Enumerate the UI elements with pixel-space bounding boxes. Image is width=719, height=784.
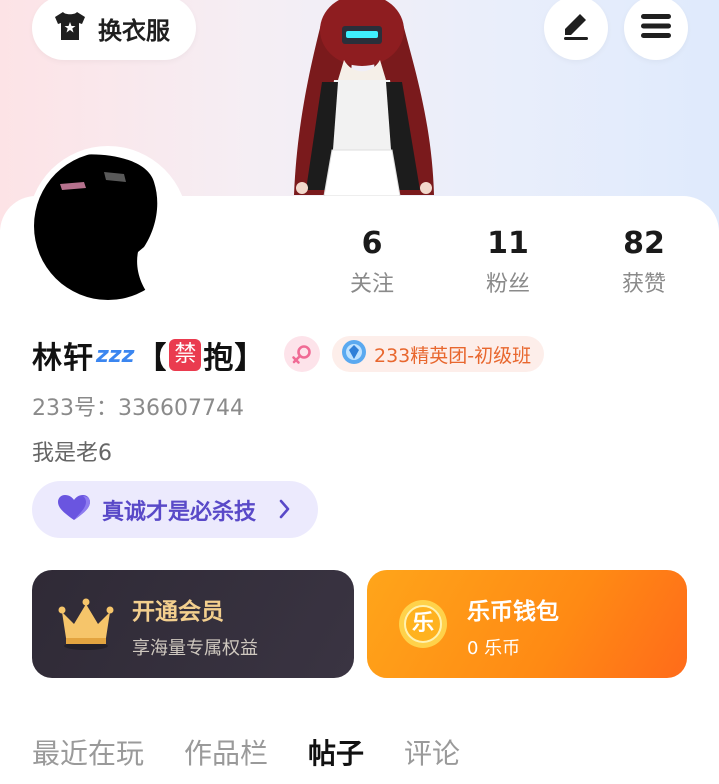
- stat-following[interactable]: 6 关注: [312, 226, 432, 298]
- user-id[interactable]: 233号：336607744: [32, 390, 244, 422]
- username-suffix-close: 抱】: [203, 341, 266, 376]
- user-bio: 我是老6: [32, 441, 112, 466]
- group-badge[interactable]: 233精英团-初级班: [332, 336, 544, 372]
- tab-works[interactable]: 作品栏: [184, 734, 268, 774]
- chevron-right-icon: [278, 497, 292, 525]
- menu-icon: [640, 12, 672, 44]
- personality-tag-label: 真诚才是必杀技: [102, 499, 257, 525]
- coin-wallet-card[interactable]: 乐 乐币钱包 0 乐币: [367, 570, 687, 678]
- stat-fans[interactable]: 11 粉丝: [448, 226, 568, 298]
- stat-fans-value: 11: [487, 226, 529, 261]
- stat-following-value: 6: [361, 226, 383, 261]
- coin-icon: 乐: [397, 598, 449, 650]
- change-outfit-button[interactable]: 换衣服: [32, 0, 196, 60]
- female-icon: [284, 336, 320, 372]
- tab-posts[interactable]: 帖子: [308, 734, 364, 774]
- change-outfit-label: 换衣服: [98, 16, 170, 45]
- username: 林轩: [32, 341, 94, 376]
- avatar[interactable]: [28, 146, 188, 306]
- ban-emoji-box: 禁: [169, 339, 202, 371]
- vip-card-title: 开通会员: [132, 599, 224, 625]
- menu-button[interactable]: [624, 0, 688, 60]
- stat-likes-label: 获赞: [621, 272, 666, 297]
- tab-comments[interactable]: 评论: [404, 734, 460, 774]
- stat-fans-label: 粉丝: [485, 272, 530, 297]
- edit-profile-button[interactable]: [544, 0, 608, 60]
- crown-icon: [58, 598, 114, 654]
- vip-membership-card[interactable]: 开通会员 享海量专属权益: [32, 570, 354, 678]
- stat-following-label: 关注: [349, 272, 394, 297]
- stat-likes[interactable]: 82 获赞: [584, 226, 704, 298]
- profile-tabs: 最近在玩 作品栏 帖子 评论: [32, 734, 460, 774]
- heart-icon: [58, 494, 90, 525]
- avatar-image: [34, 152, 182, 300]
- vip-card-subtitle: 享海量专属权益: [132, 638, 258, 659]
- gem-badge-icon: [340, 338, 368, 370]
- username-suffix-open: 【: [136, 341, 168, 376]
- tab-recently-played[interactable]: 最近在玩: [32, 734, 144, 774]
- stat-likes-value: 82: [623, 226, 665, 261]
- tshirt-icon: [52, 10, 88, 46]
- character-avatar-figure: [282, 0, 442, 200]
- username-row: 林轩 zzz 【 禁 抱】: [32, 334, 265, 376]
- pencil-icon: [560, 10, 592, 46]
- personality-tag-pill[interactable]: 真诚才是必杀技: [32, 481, 318, 538]
- sleep-zzz-emoji: zzz: [96, 342, 135, 368]
- coin-char: 乐: [411, 611, 434, 636]
- wallet-card-title: 乐币钱包: [467, 599, 559, 625]
- group-badge-label: 233精英团-初级班: [374, 344, 532, 367]
- wallet-card-balance: 0 乐币: [467, 638, 521, 659]
